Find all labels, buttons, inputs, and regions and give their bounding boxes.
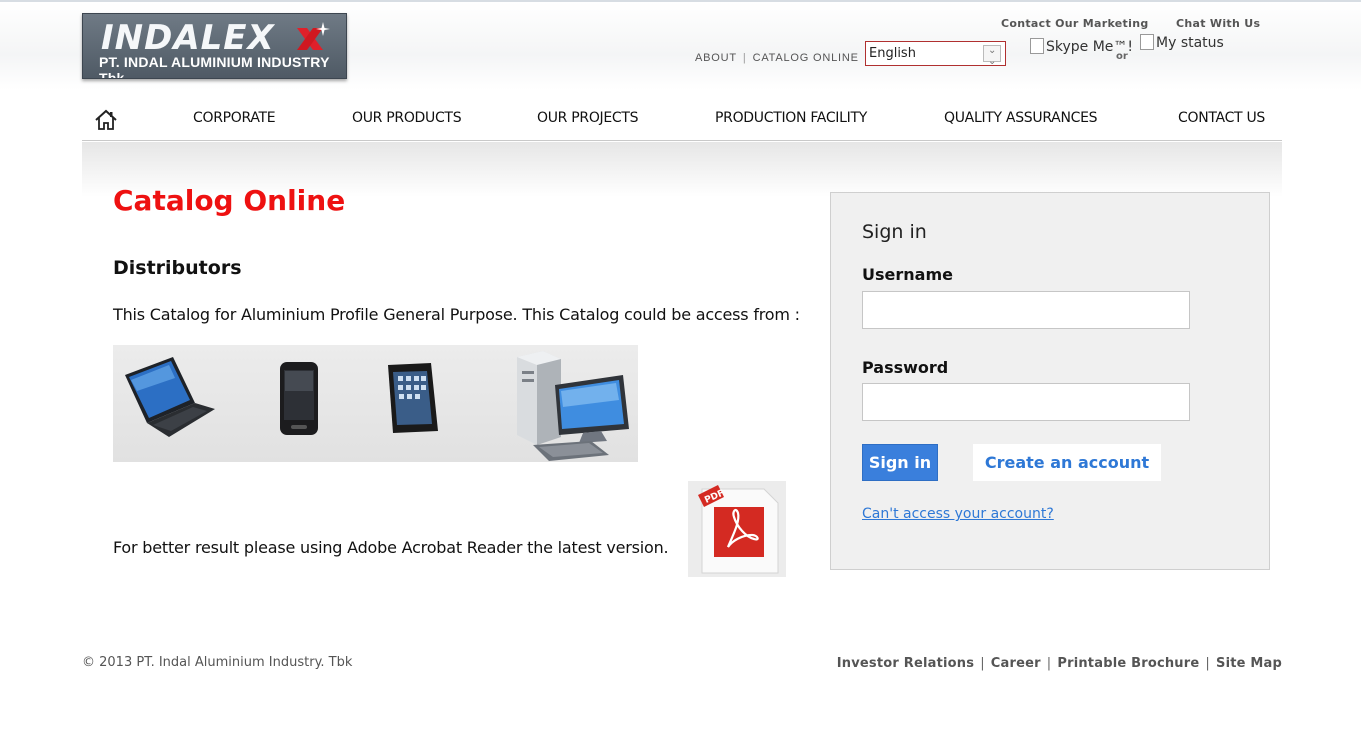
footer-separator: | <box>1205 656 1210 671</box>
mobile-phone-icon <box>280 362 318 435</box>
sign-in-title: Sign in <box>862 221 927 243</box>
nav-production-facility[interactable]: PRODUCTION FACILITY <box>715 110 867 126</box>
contact-marketing-link[interactable]: Contact Our Marketing <box>1001 17 1149 30</box>
footer-site-map-link[interactable]: Site Map <box>1216 656 1282 671</box>
pdf-icon[interactable]: PDF <box>688 481 786 577</box>
or-label: or <box>1116 51 1128 62</box>
footer-links: Investor Relations | Career | Printable Broc… <box>837 656 1282 671</box>
sign-in-panel: Sign in Username Password Sign in Create… <box>830 192 1270 570</box>
footer-investor-relations-link[interactable]: Investor Relations <box>837 656 974 671</box>
logo-wordmark: INDALEX <box>101 18 275 58</box>
nav-our-products[interactable]: OUR PRODUCTS <box>352 110 462 126</box>
status-alt-text: My status <box>1156 35 1224 51</box>
footer-separator: | <box>980 656 985 671</box>
main-nav: CORPORATE OUR PRODUCTS OUR PROJECTS PROD… <box>82 97 1282 141</box>
skype-status[interactable]: My status <box>1140 34 1224 51</box>
supported-devices-image <box>113 345 638 462</box>
home-icon[interactable] <box>94 109 118 131</box>
username-field[interactable] <box>862 291 1190 329</box>
catalog-online-link[interactable]: CATALOG ONLINE <box>753 52 859 64</box>
logo-subtitle: PT. INDAL ALUMINIUM INDUSTRY Tbk. <box>99 54 330 79</box>
page-title: Catalog Online <box>113 184 346 217</box>
about-link[interactable]: ABOUT <box>695 52 737 64</box>
cant-access-account-link[interactable]: Can't access your account? <box>862 506 1054 522</box>
tablet-icon <box>388 363 438 433</box>
footer-printable-brochure-link[interactable]: Printable Brochure <box>1057 656 1199 671</box>
nav-our-projects[interactable]: OUR PROJECTS <box>537 110 639 126</box>
broken-image-icon <box>1140 34 1154 50</box>
chat-with-us-link[interactable]: Chat With Us <box>1176 17 1260 30</box>
create-account-button[interactable]: Create an account <box>973 444 1161 481</box>
nav-quality-assurances[interactable]: QUALITY ASSURANCES <box>944 110 1098 126</box>
broken-image-icon <box>1030 38 1044 54</box>
desktop-computer-icon <box>517 351 629 461</box>
top-link-separator: | <box>742 52 747 64</box>
nav-corporate[interactable]: CORPORATE <box>193 110 276 126</box>
chevron-down-icon[interactable]: ⌄ ⌄ <box>983 45 1001 67</box>
copyright-text: © 2013 PT. Indal Aluminium Industry. Tbk <box>82 655 353 670</box>
company-logo[interactable]: INDALEX PT. INDAL ALUMINIUM INDUSTRY Tbk… <box>82 13 347 79</box>
footer-career-link[interactable]: Career <box>991 656 1041 671</box>
password-field[interactable] <box>862 383 1190 421</box>
footer-separator: | <box>1046 656 1052 671</box>
password-label: Password <box>862 358 949 377</box>
laptop-icon <box>125 357 215 437</box>
intro-text: This Catalog for Aluminium Profile Gener… <box>113 305 800 324</box>
section-title: Distributors <box>113 257 242 279</box>
acrobat-note: For better result please using Adobe Acr… <box>113 538 669 557</box>
top-links: ABOUT | CATALOG ONLINE <box>695 52 859 64</box>
username-label: Username <box>862 265 953 284</box>
nav-contact-us[interactable]: CONTACT US <box>1178 110 1265 126</box>
language-value: English <box>869 46 916 61</box>
sign-in-button[interactable]: Sign in <box>862 444 938 481</box>
language-select[interactable]: English ⌄ ⌄ <box>865 41 1006 67</box>
logo-star-icon <box>297 22 330 50</box>
